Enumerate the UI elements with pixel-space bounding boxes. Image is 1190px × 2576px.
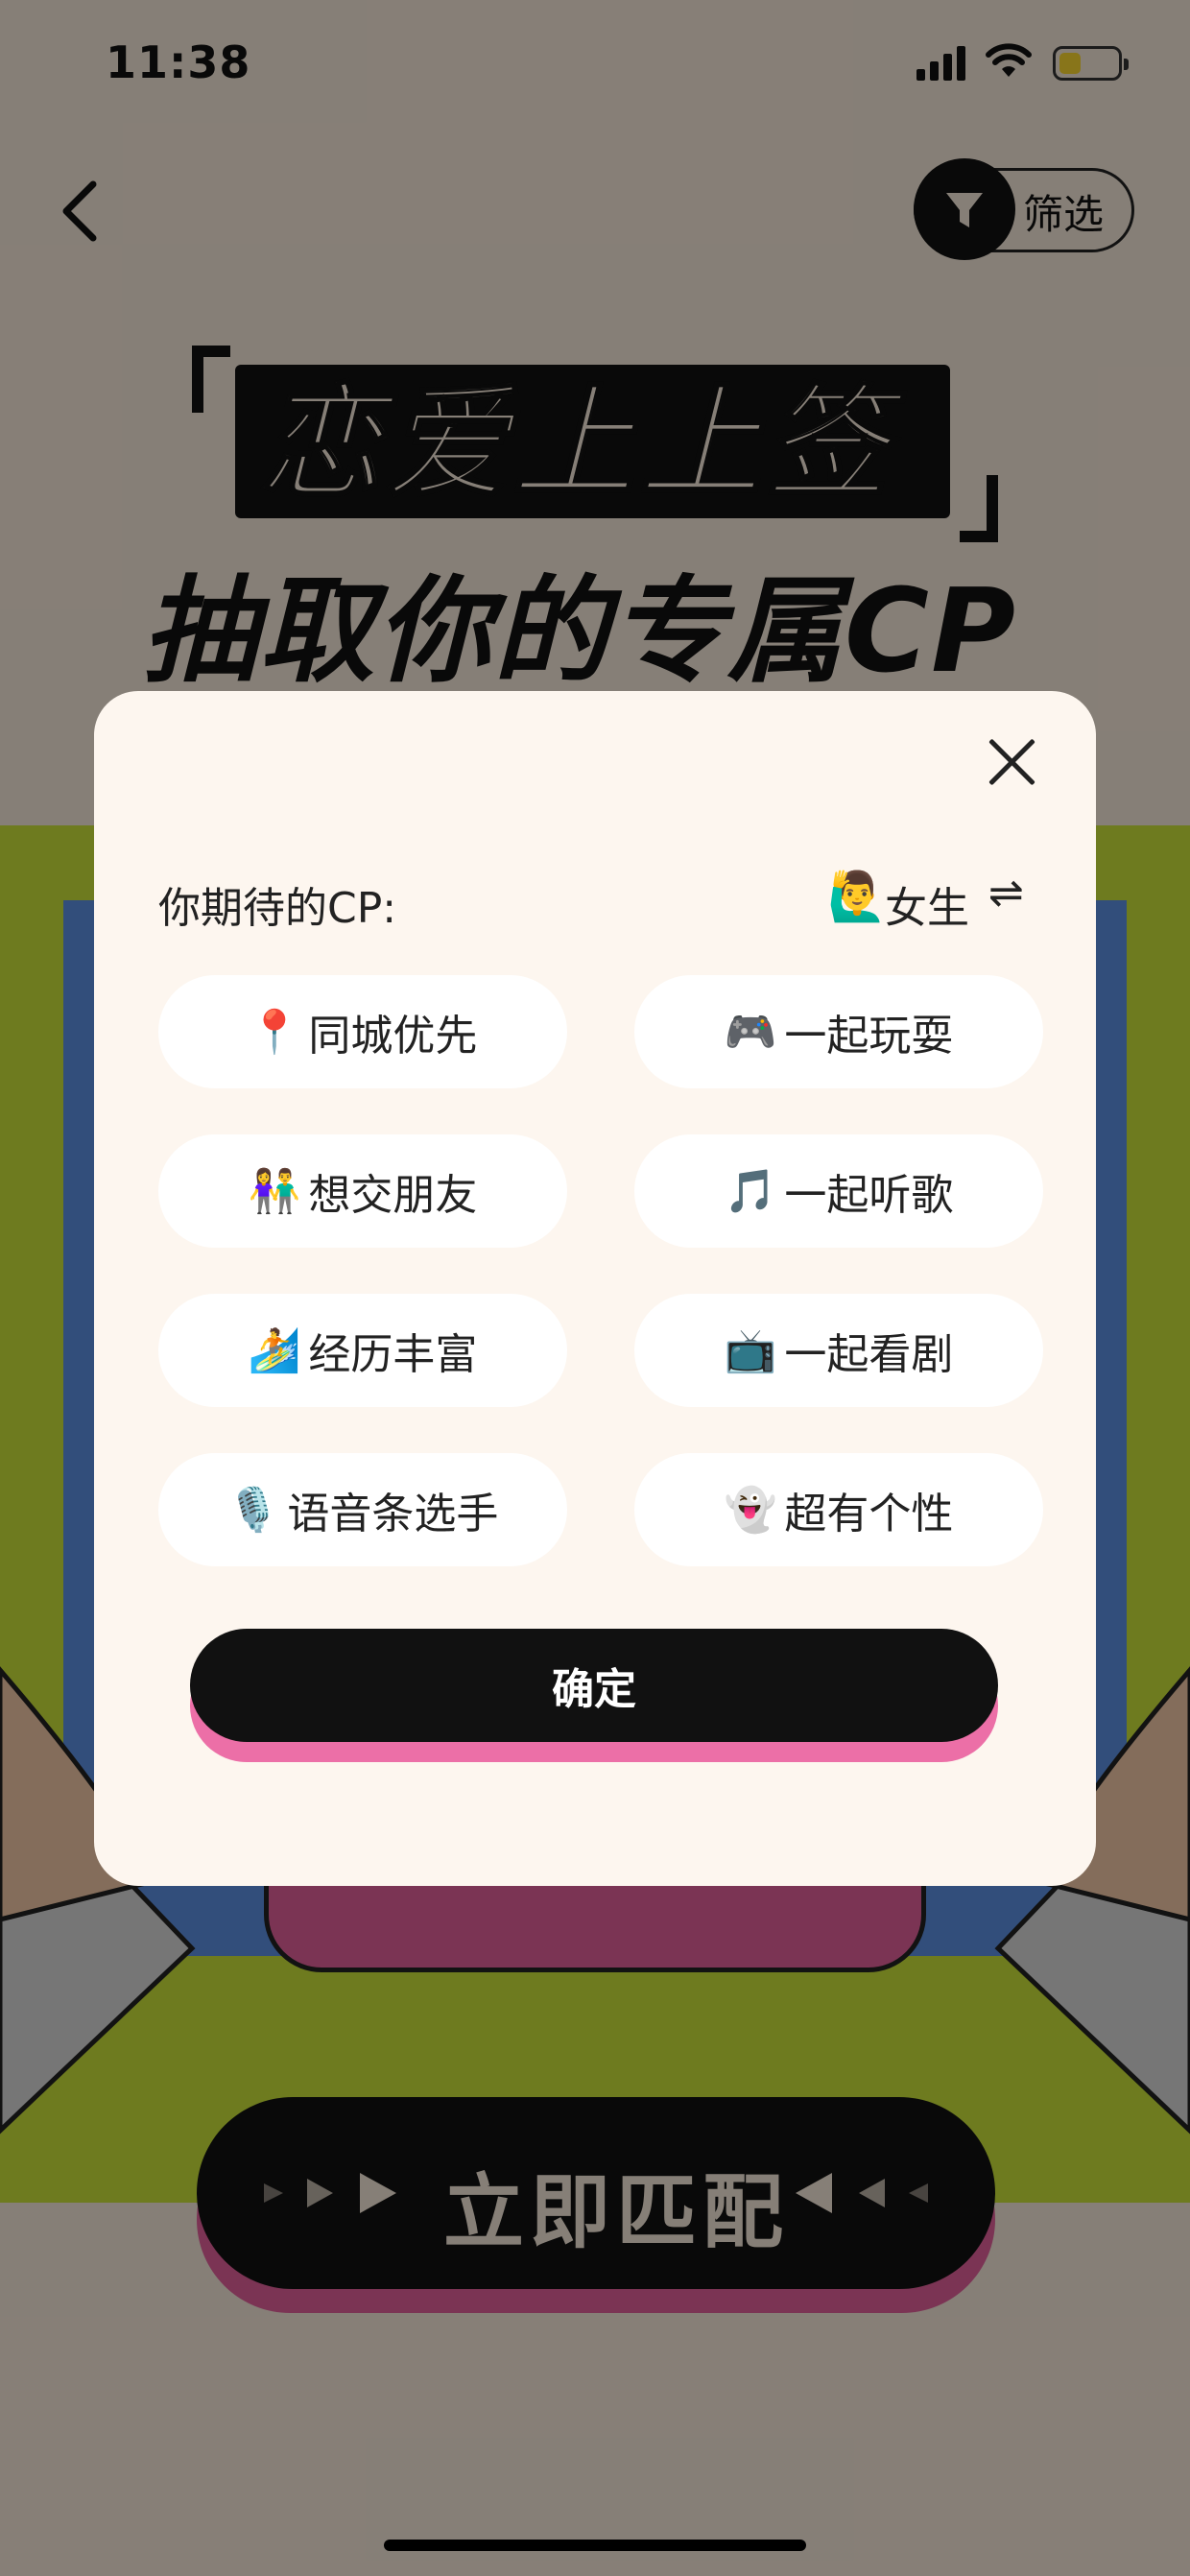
- tag-chip-unique-personality[interactable]: 👻 超有个性: [634, 1453, 1043, 1566]
- tag-chip-play-together[interactable]: 🎮 一起玩耍: [634, 975, 1043, 1088]
- gender-label[interactable]: 女生: [885, 873, 969, 935]
- tag-chip-watch-shows[interactable]: 📺 一起看剧: [634, 1294, 1043, 1407]
- cp-label: 你期待的CP:: [158, 884, 397, 933]
- pin-icon: 📍: [248, 1008, 301, 1057]
- tag-chip-voice-messages[interactable]: 🎙️ 语音条选手: [158, 1453, 567, 1566]
- gender-person-icon[interactable]: 🙋‍♂️: [827, 869, 887, 925]
- ghost-icon: 👻: [724, 1486, 777, 1535]
- swap-icon[interactable]: ⇌: [988, 869, 1024, 918]
- tag-label: 一起听歌: [784, 1171, 954, 1220]
- tag-chip-music-together[interactable]: 🎵 一起听歌: [634, 1134, 1043, 1248]
- tag-label: 想交朋友: [308, 1171, 478, 1220]
- tag-label: 语音条选手: [287, 1490, 499, 1538]
- tag-label: 经历丰富: [308, 1330, 478, 1379]
- tag-chip-same-city[interactable]: 📍 同城优先: [158, 975, 567, 1088]
- tag-label: 一起玩耍: [784, 1012, 954, 1061]
- tag-label: 超有个性: [784, 1490, 954, 1538]
- tag-chip-rich-experience[interactable]: 🏄 经历丰富: [158, 1294, 567, 1407]
- microphone-icon: 🎙️: [226, 1486, 280, 1535]
- gamepad-icon: 🎮: [724, 1008, 777, 1057]
- close-icon[interactable]: [981, 729, 1042, 791]
- surfer-icon: 🏄: [248, 1326, 301, 1375]
- tag-label: 同城优先: [308, 1012, 478, 1061]
- couple-icon: 👫: [248, 1167, 301, 1216]
- tv-icon: 📺: [724, 1326, 777, 1375]
- confirm-button[interactable]: 确定: [190, 1629, 998, 1742]
- music-note-icon: 🎵: [724, 1167, 777, 1216]
- tag-chip-make-friends[interactable]: 👫 想交朋友: [158, 1134, 567, 1248]
- home-indicator[interactable]: [384, 2540, 806, 2551]
- tag-label: 一起看剧: [784, 1330, 954, 1379]
